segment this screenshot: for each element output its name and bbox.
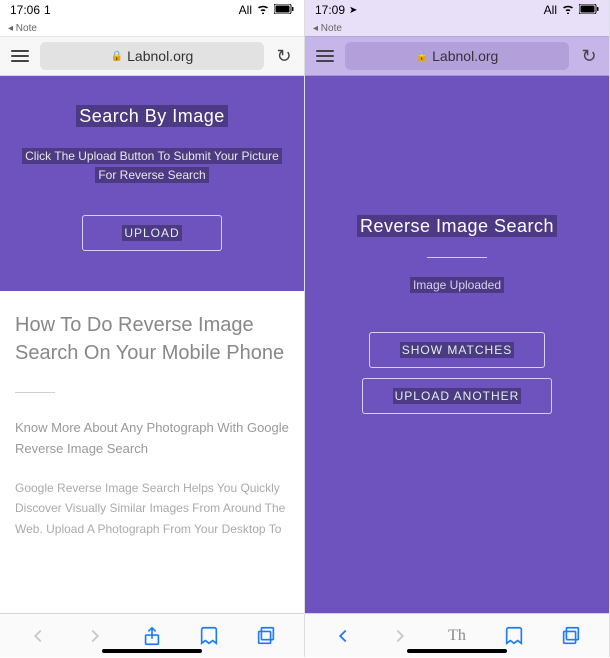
back-button[interactable]	[16, 614, 60, 658]
article-headline: How To Do Reverse Image Search On Your M…	[15, 311, 289, 367]
phone-left: 17:06 1 All ◂ Note 🔒 Labnol.org ↻ Search…	[0, 0, 305, 657]
page-content: Search By Image Click The Upload Button …	[0, 76, 304, 613]
menu-icon[interactable]	[313, 44, 337, 68]
article-body: Google Reverse Image Search Helps You Qu…	[15, 478, 289, 539]
hero-section: Search By Image Click The Upload Button …	[0, 76, 304, 291]
page-content: Reverse Image Search Image Uploaded SHOW…	[305, 76, 609, 613]
show-matches-button[interactable]: SHOW MATCHES	[369, 332, 545, 368]
url-field[interactable]: 🔒 Labnol.org	[345, 42, 569, 70]
tabs-button[interactable]	[549, 614, 593, 658]
upload-button[interactable]: UPLOAD	[82, 215, 222, 251]
url-text: Labnol.org	[432, 48, 498, 64]
note-back[interactable]: ◂ Note	[305, 20, 609, 36]
article-lead: Know More About Any Photograph With Goog…	[15, 418, 289, 460]
wifi-icon	[256, 3, 270, 17]
wifi-icon	[561, 3, 575, 17]
battery-icon	[274, 3, 294, 17]
status-bar: 17:06 1 All	[0, 0, 304, 20]
hero-divider	[427, 257, 487, 258]
tabs-button[interactable]	[244, 614, 288, 658]
address-bar: 🔒 Labnol.org ↻	[305, 36, 609, 76]
battery-icon	[579, 3, 599, 17]
hero-section: Reverse Image Search Image Uploaded SHOW…	[305, 76, 609, 613]
hero-subtitle: Click The Upload Button To Submit Your P…	[15, 147, 289, 185]
status-signal: 1	[44, 3, 51, 17]
back-button[interactable]	[321, 614, 365, 658]
article-section: How To Do Reverse Image Search On Your M…	[0, 291, 304, 613]
status-bar: 17:09 ➤ All	[305, 0, 609, 20]
reload-icon[interactable]: ↻	[272, 44, 296, 68]
article-divider	[15, 392, 55, 393]
address-bar: 🔒 Labnol.org ↻	[0, 36, 304, 76]
home-indicator[interactable]	[102, 649, 202, 653]
status-time: 17:09	[315, 3, 345, 17]
lock-icon: 🔒	[416, 51, 428, 62]
note-back[interactable]: ◂ Note	[0, 20, 304, 36]
status-carrier: All	[239, 3, 252, 17]
home-indicator[interactable]	[407, 649, 507, 653]
upload-status: Image Uploaded	[320, 278, 594, 292]
lock-icon: 🔒	[111, 51, 123, 62]
hero-title: Search By Image	[15, 106, 289, 127]
status-time: 17:06	[10, 3, 40, 17]
location-icon: ➤	[349, 5, 357, 16]
menu-icon[interactable]	[8, 44, 32, 68]
upload-another-button[interactable]: UPLOAD ANOTHER	[362, 378, 553, 414]
status-carrier: All	[544, 3, 557, 17]
reload-icon[interactable]: ↻	[577, 44, 601, 68]
phone-right: 17:09 ➤ All ◂ Note 🔒 Labnol.org ↻ Revers…	[305, 0, 610, 657]
url-field[interactable]: 🔒 Labnol.org	[40, 42, 264, 70]
hero-title: Reverse Image Search	[320, 216, 594, 237]
url-text: Labnol.org	[127, 48, 193, 64]
